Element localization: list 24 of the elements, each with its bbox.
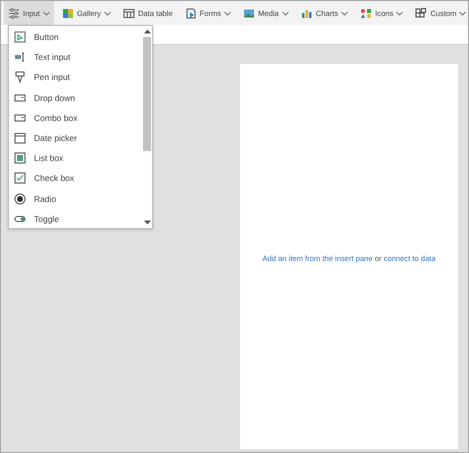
text-icon: [14, 51, 26, 64]
menu-item[interactable]: Date picker: [9, 128, 142, 148]
check-icon: [14, 172, 26, 184]
menu-item[interactable]: Radio: [9, 188, 142, 209]
radio-icon: [14, 192, 26, 205]
menu-item[interactable]: Toggle: [9, 208, 142, 229]
scroll-down-icon[interactable]: [144, 220, 150, 225]
sliders-icon: [8, 8, 20, 18]
menu-item[interactable]: Text input: [9, 47, 142, 68]
button-icon: [14, 31, 26, 44]
scroll-up-icon[interactable]: [144, 29, 150, 34]
forms-icon: [184, 8, 197, 18]
menu-item[interactable]: Combo box: [9, 108, 142, 128]
scrollbar-thumb[interactable]: [143, 37, 151, 151]
table-icon: [122, 8, 135, 18]
gallery-icon: [62, 8, 74, 18]
menu-item[interactable]: Pen input: [9, 67, 142, 88]
list-icon: [14, 152, 26, 164]
menu-item[interactable]: Drop down: [9, 88, 142, 108]
media-icon: [243, 8, 256, 18]
menu-item[interactable]: Button: [9, 27, 142, 48]
menu-item[interactable]: List box: [9, 148, 142, 168]
charts-icon: [300, 8, 313, 18]
menu-item[interactable]: Check box: [9, 168, 142, 188]
